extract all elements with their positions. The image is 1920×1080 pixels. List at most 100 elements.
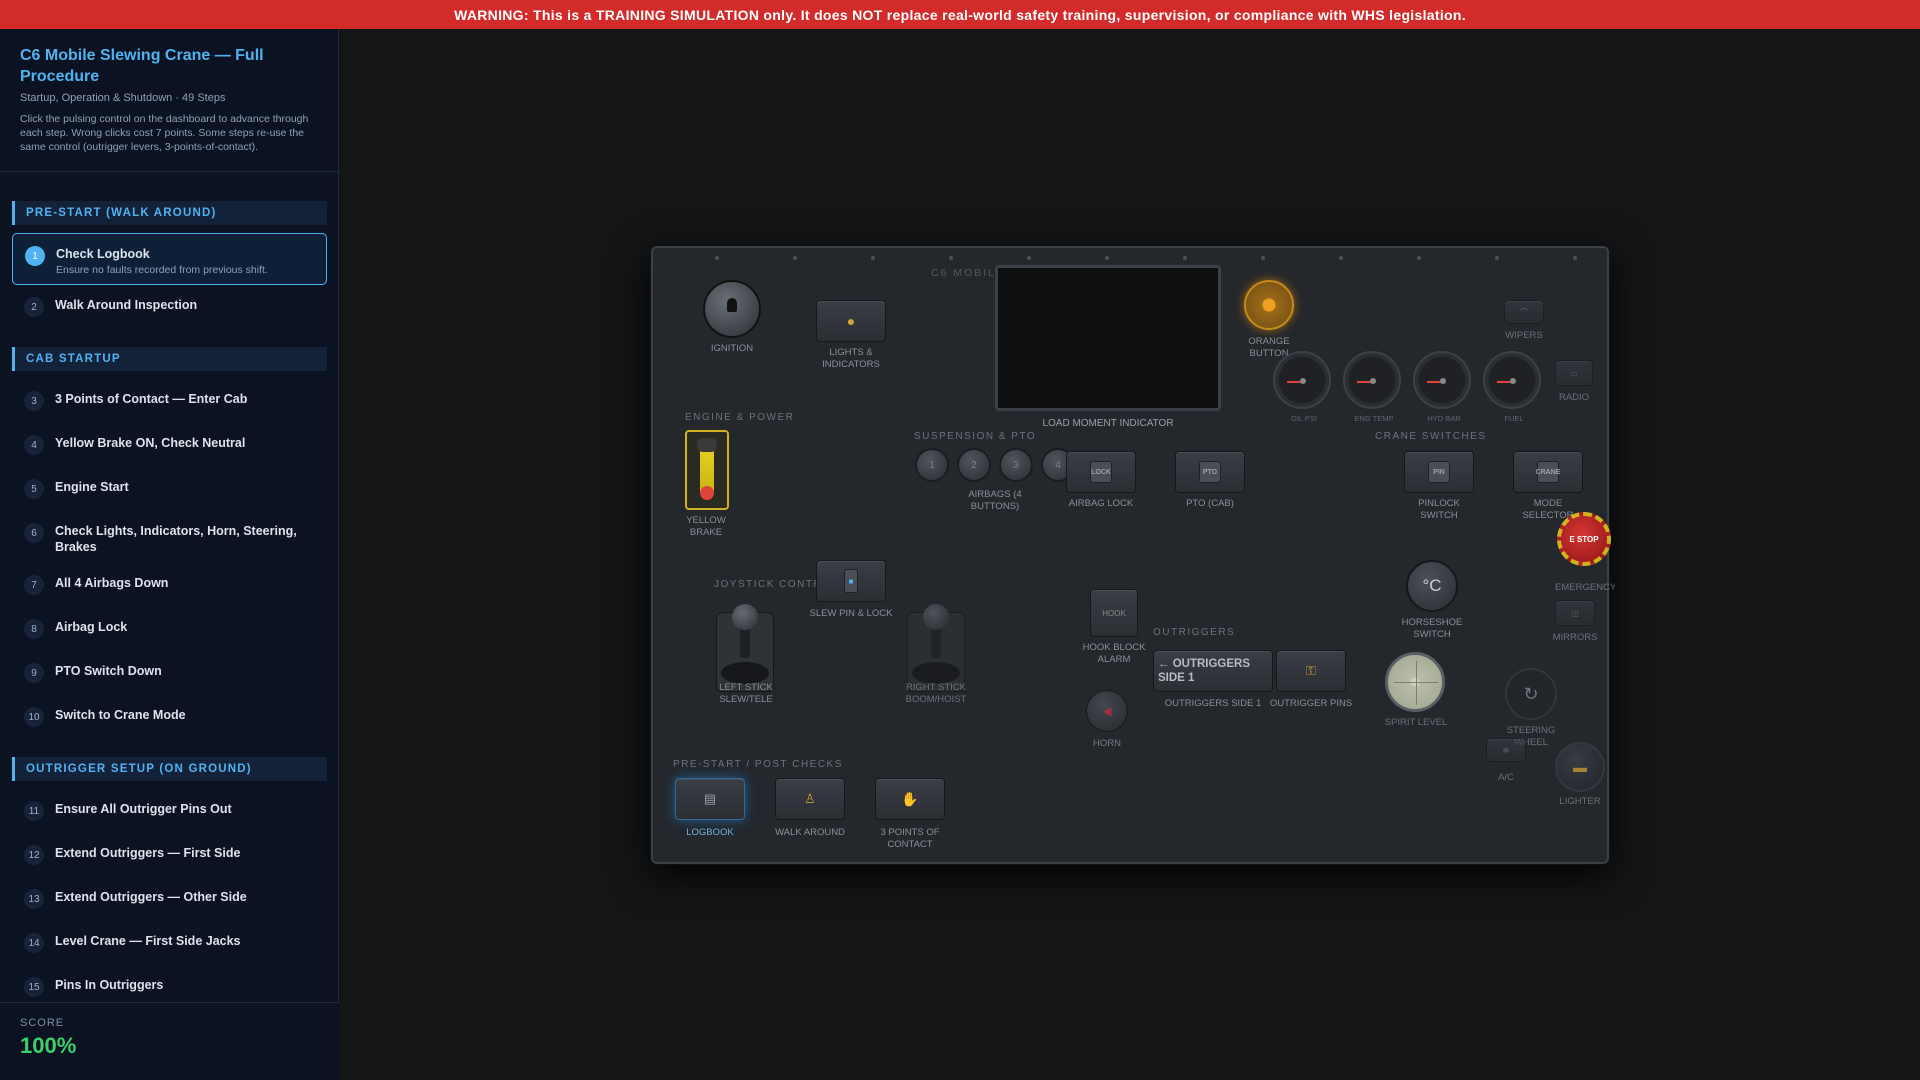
pin-face: PIN: [1428, 461, 1450, 483]
mirrors-label: MIRRORS: [1552, 632, 1598, 643]
step-item[interactable]: 2 Walk Around Inspection: [12, 285, 327, 329]
airbag-lock-switch[interactable]: LOCK: [1066, 451, 1136, 493]
step-number: 15: [24, 977, 44, 997]
step-number: 6: [24, 523, 44, 543]
outrigger-pins-label: OUTRIGGER PINS: [1269, 698, 1353, 709]
step-number: 11: [24, 801, 44, 821]
step-text: All 4 Airbags Down: [55, 571, 168, 591]
clipboard-icon: ▤: [703, 791, 717, 806]
score-value: 100%: [20, 1033, 77, 1058]
horseshoe-switch[interactable]: °C: [1406, 560, 1458, 612]
lighter-button[interactable]: ▬: [1555, 742, 1605, 792]
left-stick-foot: [721, 662, 769, 684]
gauge-label-temp: ENG TEMP: [1354, 414, 1394, 423]
step-number: 9: [24, 663, 44, 683]
pto-face: PTO: [1199, 461, 1221, 483]
step-item[interactable]: 1 Check Logbook Ensure no faults recorded …: [12, 233, 327, 285]
step-label: All 4 Airbags Down: [55, 576, 169, 590]
radio-button[interactable]: ▭: [1555, 360, 1593, 386]
ignition-key-switch[interactable]: [703, 280, 761, 338]
step-label: Extend Outriggers — First Side: [55, 846, 241, 860]
step-list[interactable]: PRE-START (WALK AROUND) 1 Check Logbook Ens…: [0, 201, 339, 1001]
step-text: PTO Switch Down: [55, 659, 162, 679]
step-number: 5: [24, 479, 44, 499]
step-item[interactable]: 13 Extend Outriggers — Other Side: [12, 877, 327, 921]
slew-pin-face: ■: [844, 569, 858, 593]
step-item[interactable]: 10 Switch to Crane Mode: [12, 695, 327, 739]
step-item[interactable]: 11 Ensure All Outrigger Pins Out: [12, 789, 327, 833]
step-item[interactable]: 3 3 Points of Contact — Enter Cab: [12, 379, 327, 423]
left-joystick[interactable]: [715, 600, 775, 692]
step-label: Airbag Lock: [55, 620, 128, 634]
lighter-icon: ▬: [1573, 759, 1587, 775]
ac-label: A/C: [1498, 772, 1514, 783]
three-points-contact-button[interactable]: ✋: [875, 778, 945, 820]
rivet: [1105, 256, 1109, 260]
step-text: Check Logbook Ensure no faults recorded f…: [56, 242, 268, 276]
hook-block-alarm-button[interactable]: HOOK: [1090, 589, 1138, 637]
ac-button[interactable]: ✻: [1486, 738, 1526, 762]
ignition-label: IGNITION: [710, 343, 754, 354]
load-moment-indicator-screen: [995, 265, 1221, 411]
step-item[interactable]: 4 Yellow Brake ON, Check Neutral: [12, 423, 327, 467]
walk-around-label: WALK AROUND: [775, 827, 845, 838]
pto-switch[interactable]: PTO: [1175, 451, 1245, 493]
airbag-button-3[interactable]: 3: [999, 448, 1033, 482]
keyhole-icon: [727, 298, 737, 312]
step-item[interactable]: 14 Level Crane — First Side Jacks: [12, 921, 327, 965]
walk-around-button[interactable]: ♙: [775, 778, 845, 820]
step-detail: Ensure no faults recorded from previous …: [56, 264, 268, 276]
slew-pin-indicator: ■: [848, 576, 854, 586]
gauge-label-hyd: HYD BAR: [1427, 414, 1461, 423]
outriggers-side-label: OUTRIGGERS SIDE 1: [1164, 698, 1262, 709]
engine-power-title: ENGINE & POWER: [685, 412, 795, 423]
outrigger-pins-button[interactable]: ⚿: [1276, 650, 1346, 692]
spirit-level-label: SPIRIT LEVEL: [1384, 717, 1448, 728]
mirrors-button[interactable]: ◫: [1555, 600, 1595, 626]
airbag-button-2[interactable]: 2: [957, 448, 991, 482]
pinlock-switch[interactable]: PIN: [1404, 451, 1474, 493]
mirror-icon: ◫: [1571, 608, 1579, 618]
logbook-button[interactable]: ▤: [675, 778, 745, 820]
step-item[interactable]: 15 Pins In Outriggers: [12, 965, 327, 1001]
step-item[interactable]: 7 All 4 Airbags Down: [12, 563, 327, 607]
steering-wheel[interactable]: ↻: [1505, 668, 1557, 720]
right-joystick[interactable]: [906, 600, 966, 692]
airbag-button-1[interactable]: 1: [915, 448, 949, 482]
right-stick-label: RIGHT STICK BOOM/HOIST: [905, 682, 967, 705]
spirit-level[interactable]: [1385, 652, 1445, 712]
mode-selector-switch[interactable]: CRANE: [1513, 451, 1583, 493]
crane-face: CRANE: [1536, 461, 1560, 483]
procedure-subtitle: Startup, Operation & Shutdown · 49 Steps: [20, 92, 226, 104]
fuel-gauge: FUEL: [1483, 351, 1541, 423]
lock-face: LOCK: [1090, 461, 1112, 483]
step-text: Check Lights, Indicators, Horn, Steering…: [55, 519, 315, 555]
lmi-label: LOAD MOMENT INDICATOR: [1042, 418, 1174, 429]
step-label: Extend Outriggers — Other Side: [55, 890, 247, 904]
rivet: [871, 256, 875, 260]
outriggers-side-1-lever[interactable]: ← OUTRIGGERS SIDE 1: [1153, 650, 1273, 692]
step-item[interactable]: 8 Airbag Lock: [12, 607, 327, 651]
section-header: OUTRIGGER SETUP (ON GROUND): [12, 757, 327, 781]
horseshoe-label: HORSESHOE SWITCH: [1401, 617, 1463, 640]
hook-block-label: HOOK BLOCK ALARM: [1082, 642, 1146, 665]
step-item[interactable]: 12 Extend Outriggers — First Side: [12, 833, 327, 877]
step-number: 13: [24, 889, 44, 909]
step-item[interactable]: 6 Check Lights, Indicators, Horn, Steerin…: [12, 511, 327, 563]
orange-button[interactable]: [1244, 280, 1294, 330]
step-text: Airbag Lock: [55, 615, 127, 635]
step-label: 3 Points of Contact — Enter Cab: [55, 392, 248, 406]
emergency-stop-button[interactable]: E STOP: [1557, 512, 1611, 566]
lights-indicators-button[interactable]: ●: [816, 300, 886, 342]
yellow-brake-lever[interactable]: [685, 430, 729, 510]
hand-icon: ✋: [901, 790, 919, 807]
radio-icon: ▭: [1570, 368, 1578, 378]
step-item[interactable]: 9 PTO Switch Down: [12, 651, 327, 695]
step-item[interactable]: 5 Engine Start: [12, 467, 327, 511]
slew-pin-lock-button[interactable]: ■: [816, 560, 886, 602]
wipers-button[interactable]: ⌒: [1504, 300, 1544, 324]
step-number: 14: [24, 933, 44, 953]
horn-button[interactable]: ◀: [1086, 690, 1128, 732]
wiper-icon: ⌒: [1520, 307, 1528, 317]
step-label: Switch to Crane Mode: [55, 708, 186, 722]
